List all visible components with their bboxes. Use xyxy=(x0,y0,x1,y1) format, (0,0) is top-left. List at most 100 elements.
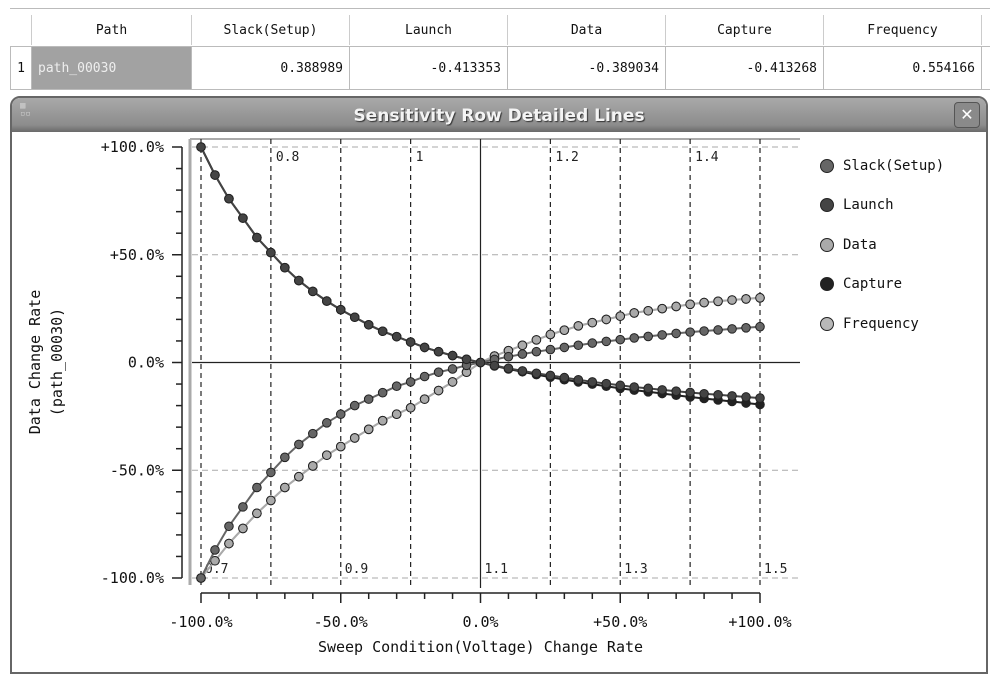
data-point xyxy=(419,394,430,404)
legend-item[interactable]: Frequency xyxy=(820,304,944,344)
legend-item[interactable]: Capture xyxy=(820,265,944,305)
sensitivity-table: Path Slack(Setup) Launch Data Capture Fr… xyxy=(10,8,990,90)
legend-item[interactable]: Launch xyxy=(820,186,944,226)
data-point xyxy=(308,461,318,471)
data-point xyxy=(349,400,360,411)
data-point xyxy=(727,391,737,401)
data-point xyxy=(419,371,430,382)
data-point xyxy=(671,386,681,396)
data-point xyxy=(238,523,248,534)
data-point xyxy=(308,428,318,439)
legend-marker-icon xyxy=(820,237,834,252)
header-path[interactable]: Path xyxy=(32,15,192,45)
cell-launch[interactable]: -0.413353 xyxy=(350,47,508,89)
data-point xyxy=(280,482,290,493)
x-tick-label: 0.0% xyxy=(462,613,498,631)
data-point xyxy=(573,321,584,331)
header-frequency[interactable]: Frequency xyxy=(824,15,982,45)
data-point xyxy=(643,383,654,394)
data-point xyxy=(433,346,444,357)
data-point xyxy=(252,232,262,243)
data-point xyxy=(517,349,528,359)
data-point xyxy=(294,275,304,286)
legend-label: Slack(Setup) xyxy=(843,157,945,174)
cell-path[interactable]: path_00030 xyxy=(32,47,192,89)
data-point xyxy=(210,545,220,555)
cell-data[interactable]: -0.389034 xyxy=(508,47,666,89)
header-launch[interactable]: Launch xyxy=(350,15,508,45)
table-row[interactable]: 1 path_00030 0.388989 -0.413353 -0.38903… xyxy=(10,47,990,90)
y-tick-label: -100.0% xyxy=(101,569,164,587)
data-point xyxy=(643,331,654,342)
voltage-label: 0.8 xyxy=(276,150,299,165)
data-point xyxy=(685,327,695,337)
data-point xyxy=(238,213,248,223)
data-point xyxy=(391,331,402,342)
data-point xyxy=(447,364,458,374)
x-tick-label: +50.0% xyxy=(593,613,647,631)
y-axis-label: Data Change Rate xyxy=(26,290,44,435)
legend-marker-icon xyxy=(820,316,834,331)
data-point xyxy=(224,538,234,549)
header-data[interactable]: Data xyxy=(508,15,666,45)
data-point xyxy=(321,296,332,306)
data-point xyxy=(559,342,570,353)
legend-label: Capture xyxy=(843,276,903,293)
legend-item[interactable]: Data xyxy=(820,225,944,265)
data-point xyxy=(629,308,640,318)
data-point xyxy=(531,346,542,357)
data-point xyxy=(224,193,234,204)
data-point xyxy=(755,293,765,303)
data-point xyxy=(587,377,598,387)
legend-item[interactable]: Slack(Setup) xyxy=(820,146,944,186)
data-point xyxy=(713,390,723,400)
data-point xyxy=(252,508,262,519)
data-point xyxy=(657,385,667,395)
y-tick-label: -50.0% xyxy=(110,461,164,479)
data-point xyxy=(391,409,402,420)
data-point xyxy=(559,372,570,383)
data-point xyxy=(699,326,709,336)
header-capture[interactable]: Capture xyxy=(666,15,824,45)
data-point xyxy=(755,321,765,332)
data-point xyxy=(531,335,542,345)
data-point xyxy=(503,351,514,362)
data-point xyxy=(517,366,528,376)
data-point xyxy=(531,368,542,379)
header-slack-setup[interactable]: Slack(Setup) xyxy=(192,15,350,45)
close-icon: ✕ xyxy=(960,105,974,124)
legend-label: Launch xyxy=(843,197,894,214)
data-point xyxy=(755,393,765,403)
data-point xyxy=(503,363,514,374)
data-point xyxy=(685,387,695,398)
x-axis-label: Sweep Condition(Voltage) Change Rate xyxy=(318,638,643,656)
data-point xyxy=(266,467,276,478)
data-point xyxy=(699,388,709,399)
data-point xyxy=(433,385,444,396)
data-point xyxy=(405,377,416,387)
cell-capture[interactable]: -0.413268 xyxy=(666,47,824,89)
legend-label: Data xyxy=(843,236,877,253)
data-point xyxy=(699,297,709,308)
data-point xyxy=(349,312,360,323)
cell-frequency[interactable]: 0.554166 xyxy=(824,47,982,89)
data-point xyxy=(643,305,654,316)
data-point xyxy=(741,323,751,333)
data-point xyxy=(489,360,500,371)
data-point xyxy=(238,502,248,512)
data-point xyxy=(727,295,737,305)
x-tick-label: +100.0% xyxy=(728,613,791,631)
data-point xyxy=(601,314,612,325)
data-point xyxy=(713,296,723,307)
data-point xyxy=(210,170,220,180)
y-axis-label-path: (path_00030) xyxy=(48,308,66,416)
data-point xyxy=(573,340,584,351)
x-tick-label: -50.0% xyxy=(314,613,368,631)
cell-slack-setup[interactable]: 0.388989 xyxy=(192,47,350,89)
data-point xyxy=(671,328,681,339)
data-point xyxy=(657,330,667,340)
chart-legend: Slack(Setup) Launch Data Capture Frequency xyxy=(820,146,944,344)
window-titlebar[interactable]: ▦ ▫▫ Sensitivity Row Detailed Lines ✕ xyxy=(12,98,986,132)
close-button[interactable]: ✕ xyxy=(954,102,980,128)
data-point xyxy=(461,354,472,365)
